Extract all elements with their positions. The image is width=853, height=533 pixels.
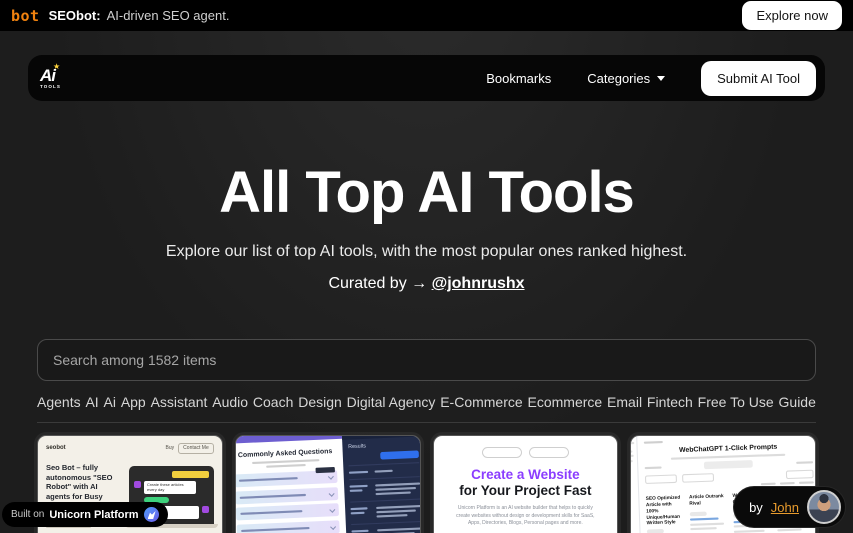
- author-link[interactable]: John: [771, 500, 799, 515]
- avatar: [807, 490, 841, 524]
- faq-row: [236, 519, 340, 533]
- category-tag[interactable]: Guide: [779, 394, 816, 410]
- answer-badge: [315, 466, 336, 473]
- category-tag[interactable]: Ecommerce: [528, 394, 603, 410]
- prompt-tile: Article Outrank Rival: [689, 491, 729, 533]
- faq-row: [235, 486, 339, 504]
- curated-prefix: Curated by →: [328, 274, 428, 292]
- tool-card-unicorn[interactable]: Create a Website for Your Project Fast U…: [432, 434, 619, 533]
- results-panel: Results: [341, 435, 420, 533]
- mockup-heading-accent: Create a Website: [471, 466, 580, 482]
- explore-now-button[interactable]: Explore now: [742, 1, 842, 30]
- chat-avatar-icon: [134, 480, 142, 488]
- mockup-logo: seobot: [46, 445, 66, 452]
- chat-bubble: Create these articles every day: [143, 480, 196, 495]
- hero-subtitle: Explore our list of top AI tools, with t…: [165, 242, 688, 260]
- nav-bookmarks[interactable]: Bookmarks: [486, 71, 551, 86]
- mockup-heading: Commonly Asked Questions: [237, 447, 333, 460]
- navbar: ★ Ai TOOLS Bookmarks Categories Submit A…: [28, 55, 825, 101]
- mockup-dropdown: [682, 473, 715, 483]
- unicorn-platform-label: Unicorn Platform: [49, 508, 139, 521]
- search-input[interactable]: [37, 338, 816, 381]
- built-on-label: Built on: [11, 509, 45, 520]
- category-tag[interactable]: Audio: [212, 394, 248, 410]
- category-tag[interactable]: Ai: [104, 394, 116, 410]
- category-tag[interactable]: Agents: [37, 394, 81, 410]
- built-on-unicorn-badge[interactable]: Built on Unicorn Platform: [2, 502, 168, 527]
- category-tag[interactable]: Email: [607, 394, 642, 410]
- submit-ai-tool-button[interactable]: Submit AI Tool: [701, 60, 816, 96]
- category-tag[interactable]: Digital Agency: [347, 394, 436, 410]
- unicorn-icon: [143, 507, 159, 522]
- page-title: All Top AI Tools: [219, 160, 635, 225]
- mockup-nav-link: Buy: [165, 445, 175, 452]
- categories-label: Categories: [587, 70, 651, 86]
- chat-avatar-icon: [201, 506, 209, 514]
- promo-brand: SEObot:: [48, 8, 101, 23]
- faq-row: [235, 466, 338, 488]
- chat-bubble-yellow: [171, 470, 209, 478]
- category-tag[interactable]: Fintech: [647, 394, 693, 410]
- award-badges: [434, 446, 618, 458]
- mockup-search: [785, 469, 814, 479]
- category-tags: Agents AI Ai App Assistant Audio Coach D…: [37, 394, 816, 410]
- logo-subtext: TOOLS: [40, 83, 61, 89]
- star-icon: ★: [53, 61, 61, 71]
- tool-card-faq[interactable]: Commonly Asked Questions Results: [234, 434, 421, 533]
- promo-tagline: AI-driven SEO agent.: [106, 8, 230, 23]
- category-tag[interactable]: Coach: [253, 394, 293, 410]
- chevron-down-icon: [657, 75, 666, 81]
- category-tag[interactable]: AI: [85, 394, 98, 410]
- mockup-heading: for Your Project Fast: [459, 482, 592, 498]
- category-tag[interactable]: App: [121, 394, 146, 410]
- category-tag[interactable]: Assistant: [151, 394, 208, 410]
- search-bar: [37, 338, 816, 381]
- ai-tools-logo[interactable]: ★ Ai TOOLS: [40, 62, 74, 89]
- mockup-accent-bar: [235, 435, 343, 444]
- prompt-tile: SEO Optimized Article with 100% Unique/H…: [646, 492, 686, 533]
- by-john-badge[interactable]: by John: [733, 486, 846, 528]
- faq-row: [235, 503, 340, 521]
- panel-button: [379, 450, 419, 460]
- card-mockup: Commonly Asked Questions Results: [235, 435, 420, 533]
- card-mockup-header: seobot Buy Contact Me: [46, 442, 214, 454]
- category-tag[interactable]: E-Commerce: [440, 394, 522, 410]
- mockup-body-text: Unicorn Platform is an AI website builde…: [456, 504, 595, 527]
- promo-bar: bot SEObot: AI-driven SEO agent. Explore…: [0, 0, 853, 31]
- curator-link[interactable]: @johnrushx: [432, 275, 525, 292]
- curated-line: Curated by → @johnrushx: [0, 275, 853, 293]
- seobot-logo: bot: [11, 6, 40, 25]
- mockup-contact-button: Contact Me: [178, 442, 214, 454]
- panel-title: Results: [347, 442, 366, 451]
- mockup-dropdown: [645, 474, 678, 484]
- nav-categories[interactable]: Categories: [587, 70, 666, 86]
- category-tag[interactable]: Design: [298, 394, 342, 410]
- hero-section: All Top AI Tools Explore our list of top…: [0, 160, 853, 293]
- by-label: by: [749, 499, 763, 515]
- divider: [37, 421, 816, 423]
- category-tag[interactable]: Free To Use: [698, 394, 774, 410]
